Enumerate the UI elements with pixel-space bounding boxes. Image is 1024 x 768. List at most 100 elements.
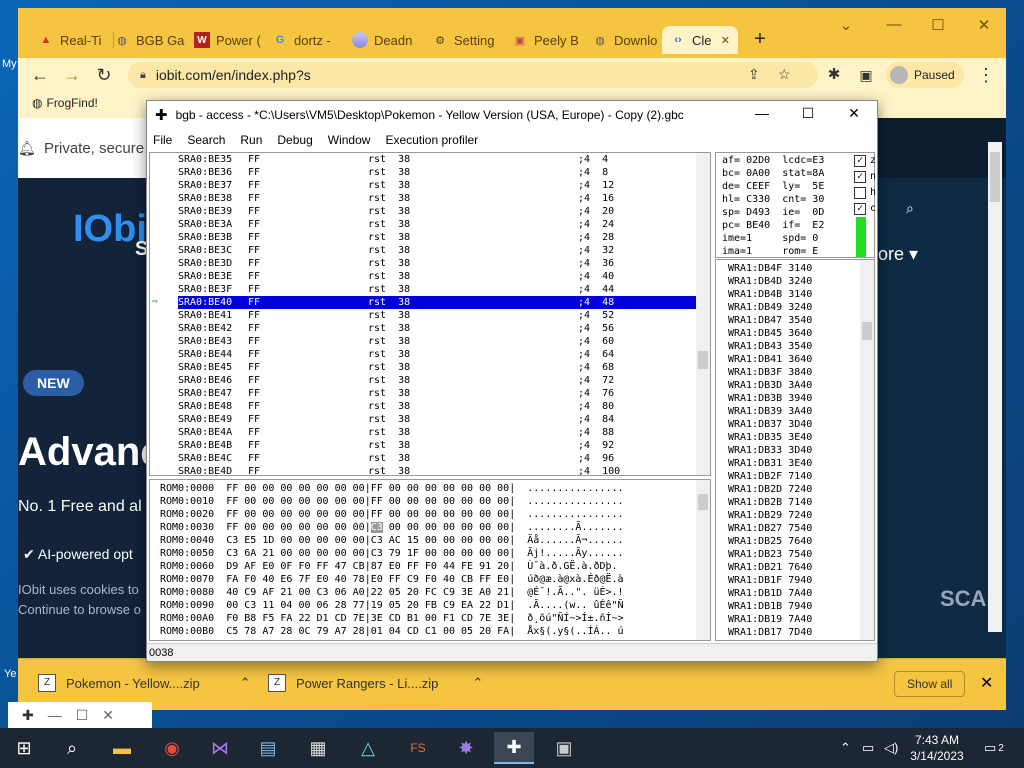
disasm-row[interactable]: SRA0:BE37 FF rst 38 ;4 12 <box>150 179 698 192</box>
window-app-icon[interactable]: ▣ <box>544 732 584 764</box>
flag-n-checkbox[interactable]: ✓ <box>854 171 866 183</box>
visual-studio-icon[interactable]: ⋈ <box>200 732 240 764</box>
minimize-icon[interactable]: — <box>747 105 777 121</box>
disasm-row[interactable]: SRA0:BE43 FF rst 38 ;4 60 <box>150 335 698 348</box>
disasm-row[interactable]: SRA0:BE3C FF rst 38 ;4 32 <box>150 244 698 257</box>
disasm-row[interactable]: SRA0:BE3D FF rst 38 ;4 36 <box>150 257 698 270</box>
stack-row[interactable]: WRA1:DB23 7540 <box>728 548 812 561</box>
close-downloads-icon[interactable]: ✕ <box>980 673 993 693</box>
stack-row[interactable]: WRA1:DB47 3540 <box>728 314 812 327</box>
scroll-thumb[interactable] <box>698 351 708 369</box>
profile-button[interactable]: Paused <box>886 62 964 88</box>
tab-3[interactable]: Gdortz - <box>264 26 344 54</box>
volume-icon[interactable]: ◁) <box>884 728 898 768</box>
disasm-row[interactable]: SRA0:BE48 FF rst 38 ;4 80 <box>150 400 698 413</box>
stack-row[interactable]: WRA1:DB41 3640 <box>728 353 812 366</box>
stack-row[interactable]: WRA1:DB1D 7A40 <box>728 587 812 600</box>
tab-7[interactable]: ◍ Downlo <box>584 26 662 54</box>
disasm-row[interactable]: SRA0:BE40 FF rst 38 ;4 48 <box>178 296 696 309</box>
close-icon[interactable]: ✕ <box>102 707 114 724</box>
hex-row[interactable]: ROM0:0050 C3 6A 21 00 00 00 00 00|C3 79 … <box>160 547 624 560</box>
tray-chevron-icon[interactable]: ⌃ <box>840 728 851 768</box>
chrome-icon[interactable]: ◉ <box>152 732 192 764</box>
disasm-row[interactable]: SRA0:BE36 FF rst 38 ;4 8 <box>150 166 698 179</box>
stack-row[interactable]: WRA1:DB17 7D40 <box>728 626 812 639</box>
kebab-menu-icon[interactable]: ⋮ <box>974 64 998 86</box>
hex-row[interactable]: ROM0:0020 FF 00 00 00 00 00 00 00|FF 00 … <box>160 508 624 521</box>
disasm-scrollbar[interactable] <box>696 153 710 475</box>
notification-center-icon[interactable]: ▭ 2 <box>984 728 1004 768</box>
disasm-row[interactable]: SRA0:BE4C FF rst 38 ;4 96 <box>150 452 698 465</box>
fs-app-icon[interactable]: FS <box>398 732 438 764</box>
disasm-row[interactable]: SRA0:BE38 FF rst 38 ;4 16 <box>150 192 698 205</box>
disasm-row[interactable]: SRA0:BE3A FF rst 38 ;4 24 <box>150 218 698 231</box>
disasm-row[interactable]: SRA0:BE3F FF rst 38 ;4 44 <box>150 283 698 296</box>
stack-row[interactable]: WRA1:DB49 3240 <box>728 301 812 314</box>
stack-row[interactable]: WRA1:DB43 3540 <box>728 340 812 353</box>
forward-icon[interactable]: → <box>60 64 84 86</box>
close-tab-icon[interactable]: ✕ <box>721 34 730 47</box>
registers-pane[interactable]: af= 02D0 lcdc=E3 bc= 0A00 stat=8A de= CEEF… <box>715 152 876 258</box>
hex-row[interactable]: ROM0:00A0 F0 B8 F5 FA 22 D1 CD 7E|3E CD … <box>160 612 624 625</box>
maximize-icon[interactable]: ☐ <box>793 105 823 122</box>
stack-row[interactable]: WRA1:DB4B 3140 <box>728 288 812 301</box>
tab-search-icon[interactable]: ⌄ <box>826 16 866 36</box>
stack-row[interactable]: WRA1:DB2F 7140 <box>728 470 812 483</box>
stack-row[interactable]: WRA1:DB1B 7940 <box>728 600 812 613</box>
tab-4[interactable]: Deadn <box>344 26 424 54</box>
extensions-icon[interactable]: ✱ <box>822 64 846 86</box>
search-icon[interactable]: ⌕ <box>906 200 914 217</box>
stack-row[interactable]: WRA1:DB3B 3940 <box>728 392 812 405</box>
hex-row[interactable]: ROM0:0070 FA F0 40 E6 7F E0 40 78|E0 FF … <box>160 573 624 586</box>
stack-row[interactable]: WRA1:DB29 7240 <box>728 509 812 522</box>
hex-scrollbar[interactable] <box>696 480 710 640</box>
hex-row[interactable]: ROM0:0060 D9 AF E0 0F F0 FF 47 CB|87 E0 … <box>160 560 624 573</box>
hex-row[interactable]: ROM0:0010 FF 00 00 00 00 00 00 00|FF 00 … <box>160 495 624 508</box>
network-icon[interactable]: ▭ <box>862 728 874 768</box>
hex-row[interactable]: ROM0:0080 40 C9 AF 21 00 C3 06 A0|22 05 … <box>160 586 624 599</box>
menu-run[interactable]: Run <box>240 133 262 147</box>
app-triangle-icon[interactable]: △ <box>348 732 388 764</box>
hex-row[interactable]: ROM0:0000 FF 00 00 00 00 00 00 00|FF 00 … <box>160 482 624 495</box>
disasm-row[interactable]: SRA0:BE4A FF rst 38 ;4 88 <box>150 426 698 439</box>
disasm-row[interactable]: SRA0:BE49 FF rst 38 ;4 84 <box>150 413 698 426</box>
new-tab-button[interactable]: + <box>748 28 772 52</box>
hex-row[interactable]: ROM0:0030 FF 00 00 00 00 00 00 00|C3 00 … <box>160 521 624 534</box>
stack-row[interactable]: WRA1:DB4D 3240 <box>728 275 812 288</box>
tab-5[interactable]: ⚙ Setting <box>424 26 504 54</box>
hex-row[interactable]: ROM0:0090 00 C3 11 04 00 06 28 77|19 05 … <box>160 599 624 612</box>
menu-debug[interactable]: Debug <box>277 133 312 147</box>
show-all-button[interactable]: Show all <box>894 671 966 697</box>
chevron-up-icon[interactable]: ⌃ <box>472 675 483 691</box>
stack-row[interactable]: WRA1:DB2D 7240 <box>728 483 812 496</box>
disasm-row[interactable]: SRA0:BE4D FF rst 38 ;4 100 <box>150 465 698 475</box>
share-icon[interactable]: ⇪ <box>748 66 760 83</box>
hex-row[interactable]: ROM0:0040 C3 E5 1D 00 00 00 00 00|C3 AC … <box>160 534 624 547</box>
flag-z-checkbox[interactable]: ✓ <box>854 155 866 167</box>
page-scrollbar[interactable] <box>988 142 1002 632</box>
maximize-icon[interactable]: ☐ <box>76 707 89 724</box>
stack-row[interactable]: WRA1:DB35 3E40 <box>728 431 812 444</box>
disasm-row[interactable]: SRA0:BE4B FF rst 38 ;4 92 <box>150 439 698 452</box>
tab-2[interactable]: W Power ( <box>186 26 264 54</box>
file-explorer-icon[interactable]: ▬ <box>102 732 142 764</box>
stack-row[interactable]: WRA1:DB31 3E40 <box>728 457 812 470</box>
windows-start-icon[interactable]: ⊞ <box>4 732 44 764</box>
flag-c-checkbox[interactable]: ✓ <box>854 203 866 215</box>
scroll-thumb[interactable] <box>698 494 708 510</box>
computer-icon[interactable]: ▤ <box>248 732 288 764</box>
menu-file[interactable]: File <box>153 133 172 147</box>
hex-row[interactable]: ROM0:00B0 C5 78 A7 28 0C 79 A7 28|01 04 … <box>160 625 624 638</box>
disasm-row[interactable]: SRA0:BE47 FF rst 38 ;4 76 <box>150 387 698 400</box>
stack-row[interactable]: WRA1:DB4F 3140 <box>728 262 812 275</box>
stack-row[interactable]: WRA1:DB39 3A40 <box>728 405 812 418</box>
disasm-row[interactable]: SRA0:BE45 FF rst 38 ;4 68 <box>150 361 698 374</box>
close-window-icon[interactable]: ✕ <box>964 16 1004 36</box>
disassembly-pane[interactable]: SRA0:BE35 FF rst 38 ;4 4 SRA0:BE36 FF rst 38 ;4… <box>149 152 711 476</box>
chevron-up-icon[interactable]: ⌃ <box>240 675 251 691</box>
hex-cursor-cell[interactable]: C3 <box>370 522 383 533</box>
stack-row[interactable]: WRA1:DB19 7A40 <box>728 613 812 626</box>
store-menu[interactable]: tore ▾ <box>873 244 918 265</box>
tab-6[interactable]: ▣ Peely B <box>504 26 584 54</box>
stack-row[interactable]: WRA1:DB33 3D40 <box>728 444 812 457</box>
